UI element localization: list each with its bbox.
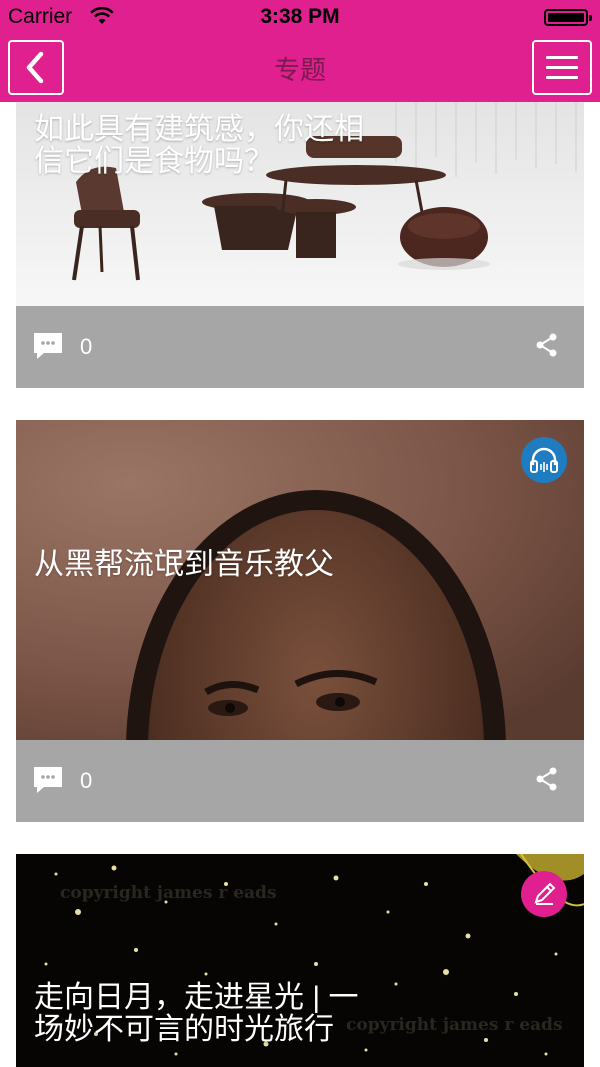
pencil-icon: [521, 871, 567, 917]
share-icon[interactable]: [536, 333, 558, 362]
comment-icon[interactable]: [32, 331, 64, 366]
headphones-icon: [521, 437, 567, 483]
navigation-bar: 专题: [0, 33, 600, 102]
svg-text:copyright james r eads: copyright james r eads: [60, 883, 277, 903]
svg-text:copyright james r eads: copyright james r eads: [346, 1015, 563, 1035]
comment-count: 0: [80, 768, 93, 793]
card-title: 走向日月，走进星光 | 一 场妙不可言的时光旅行: [34, 981, 359, 1046]
feed-card[interactable]: copyright james r eads copyright james r…: [16, 854, 584, 1067]
battery-icon: [544, 9, 592, 26]
status-bar: Carrier 3:38 PM: [0, 0, 600, 33]
menu-button[interactable]: [532, 40, 592, 95]
page-title: 专题: [273, 55, 326, 85]
card-footer: 0: [16, 740, 584, 822]
comment-icon[interactable]: [32, 765, 64, 800]
card-title: 如此具有建筑感，你还相 信它们是食物吗？: [34, 113, 364, 178]
status-time: 3:38 PM: [260, 5, 340, 28]
card-footer: 0: [16, 306, 584, 388]
feed-card[interactable]: 如此具有建筑感，你还相 信它们是食物吗？ 0: [16, 102, 584, 388]
share-icon[interactable]: [536, 767, 558, 796]
comment-count: 0: [80, 334, 93, 359]
card-title: 从黑帮流氓到音乐教父: [34, 548, 334, 581]
feed-card[interactable]: 从黑帮流氓到音乐教父 0: [16, 420, 584, 822]
